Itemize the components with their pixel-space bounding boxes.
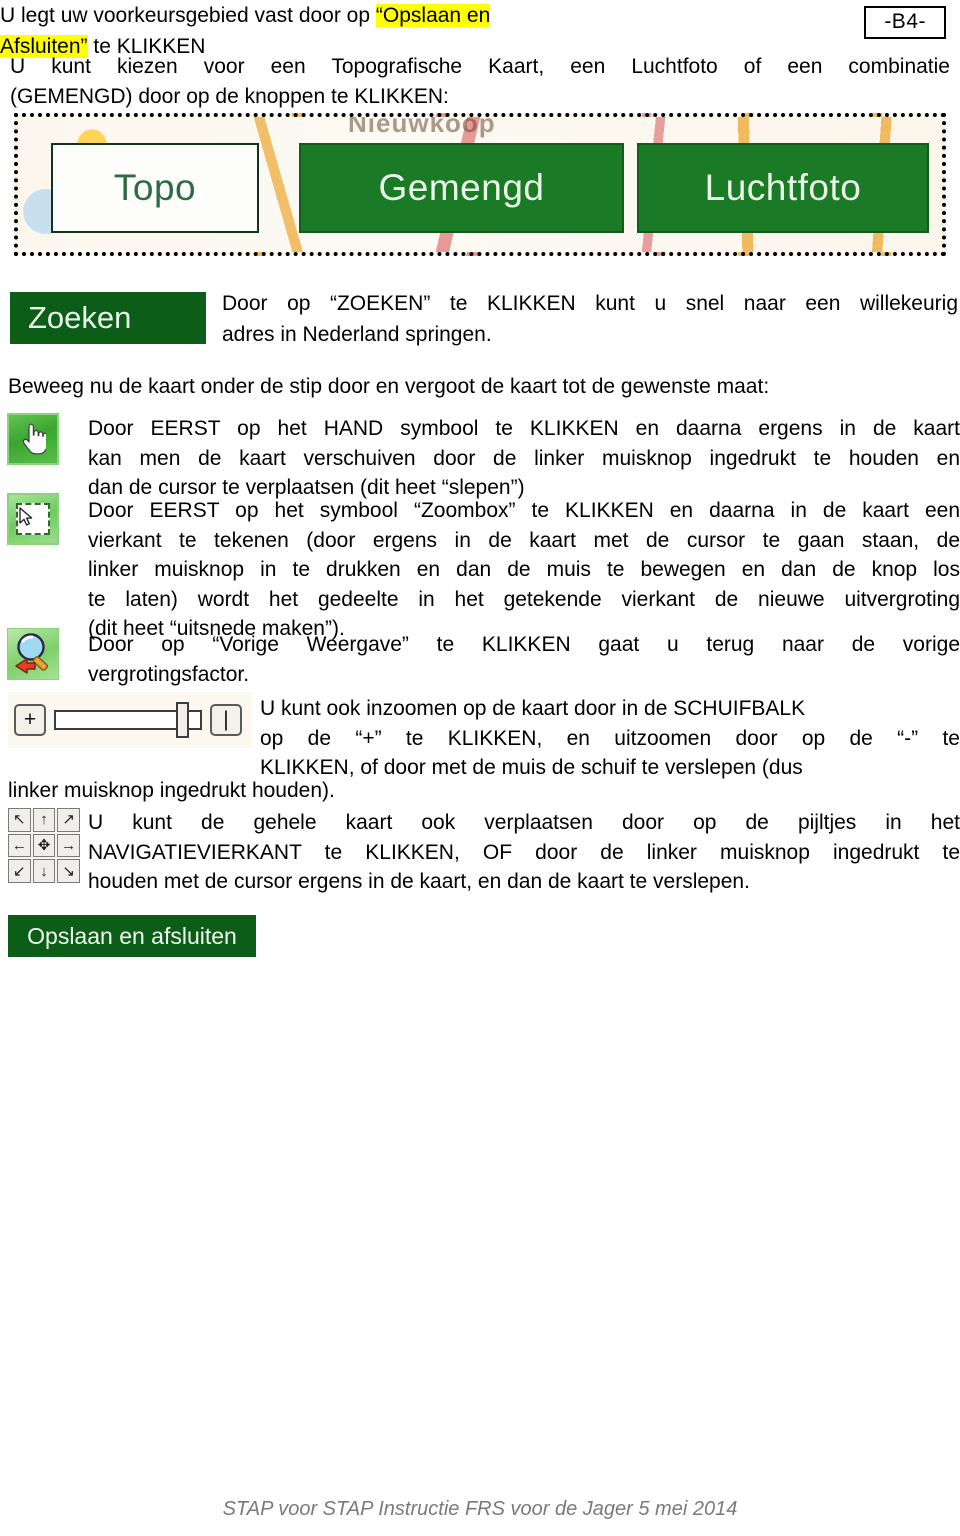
- previous-view-magnifier-icon[interactable]: [7, 628, 59, 680]
- page-number-badge: -B4-: [864, 6, 946, 39]
- map-type-banner: Nieuwkoop Topo Gemengd Luchtfoto: [14, 113, 946, 256]
- intro-line-2: (GEMENGD) door op de knoppen te KLIKKEN:: [10, 85, 449, 108]
- zoombox-dashed-rect: [16, 503, 50, 535]
- navigation-square-icon[interactable]: ↖ ↑ ↗ ← ✥ → ↙ ↓ ↘: [8, 808, 80, 883]
- zoeken-button[interactable]: Zoeken: [10, 292, 206, 344]
- nav-arrow-center-icon[interactable]: ✥: [32, 833, 56, 858]
- nav-arrow-east-icon[interactable]: →: [57, 833, 80, 858]
- nav-arrow-west-icon[interactable]: ←: [8, 833, 31, 858]
- nav-arrow-northwest-icon[interactable]: ↖: [8, 808, 31, 832]
- save-highlight-1: “Opslaan en: [375, 4, 491, 27]
- opslaan-en-afsluiten-button[interactable]: Opslaan en afsluiten: [8, 915, 256, 957]
- hand-cursor-icon[interactable]: [7, 413, 59, 465]
- intro-paragraph: U kunt kiezen voor een Topografische Kaa…: [10, 52, 950, 112]
- previous-view-paragraph: Door op “Vorige Weergave” te KLIKKEN gaa…: [88, 630, 960, 689]
- zoombox-line-1: Door EERST op het symbool “Zoombox” te K…: [88, 499, 960, 522]
- page-footer: STAP voor STAP Instructie FRS voor de Ja…: [222, 1498, 738, 1520]
- navigation-paragraph: U kunt de gehele kaart ook verplaatsen d…: [88, 808, 960, 897]
- map-button-luchtfoto[interactable]: Luchtfoto: [637, 143, 929, 233]
- slider-line-1: U kunt ook inzoomen op de kaart door in …: [260, 697, 806, 720]
- navigation-line-2: NAVIGATIEVIERKANT te KLIKKEN, OF door de…: [88, 840, 960, 864]
- hand-line-2: kan men de kaart verschuiven door de lin…: [88, 446, 960, 470]
- zoom-slider-widget[interactable]: + |: [8, 692, 252, 748]
- nav-arrow-southwest-icon[interactable]: ↙: [8, 859, 31, 883]
- navigation-line-1: U kunt de gehele kaart ook verplaatsen d…: [88, 811, 960, 834]
- zoeken-description: Door op “ZOEKEN” te KLIKKEN kunt u snel …: [222, 288, 958, 350]
- slider-line-2: op de “+” te KLIKKEN, en uitzoomen door …: [260, 726, 960, 750]
- map-place-label: Nieuwkoop: [348, 113, 496, 138]
- zoombox-icon[interactable]: [7, 493, 59, 545]
- zoombox-line-2: vierkant te tekenen (door ergens in de k…: [88, 528, 960, 552]
- nav-arrow-north-icon[interactable]: ↑: [32, 808, 56, 832]
- map-button-gemengd[interactable]: Gemengd: [299, 143, 624, 233]
- magnifier-back-arrow-glyph: [15, 633, 49, 674]
- zoom-out-button[interactable]: |: [210, 704, 242, 736]
- nav-arrow-southeast-icon[interactable]: ↘: [57, 859, 80, 883]
- zoeken-line-1: Door op “ZOEKEN” te KLIKKEN kunt u snel …: [222, 292, 958, 315]
- zoeken-line-2: adres in Nederland springen.: [222, 323, 492, 346]
- hand-cursor-glyph: [22, 423, 46, 455]
- previous-view-line-2: vergrotingsfactor.: [88, 662, 250, 686]
- save-text-before: U legt uw voorkeursgebied vast door op: [0, 4, 376, 27]
- nav-arrow-northeast-icon[interactable]: ↗: [57, 808, 80, 832]
- zoombox-line-3: linker muisknop in te drukken en dan de …: [88, 558, 960, 581]
- hand-line-1: Door EERST op het HAND symbool te KLIKKE…: [88, 417, 960, 440]
- intro-line-1: U kunt kiezen voor een Topografische Kaa…: [10, 55, 950, 78]
- navigation-line-3: houden met de cursor ergens in de kaart,…: [88, 870, 750, 893]
- nav-arrow-south-icon[interactable]: ↓: [32, 859, 56, 883]
- zoombox-paragraph: Door EERST op het symbool “Zoombox” te K…: [88, 496, 960, 644]
- zoom-in-button[interactable]: +: [14, 704, 46, 736]
- arrow-cursor-glyph: [19, 507, 33, 526]
- slider-paragraph: U kunt ook inzoomen op de kaart door in …: [260, 694, 960, 783]
- beweeg-heading: Beweeg nu de kaart onder de stip door en…: [8, 375, 770, 398]
- zoom-slider-handle[interactable]: [176, 702, 189, 738]
- map-button-topo[interactable]: Topo: [51, 143, 259, 233]
- slider-paragraph-tail: linker muisknop ingedrukt houden).: [8, 779, 335, 802]
- hand-paragraph: Door EERST op het HAND symbool te KLIKKE…: [88, 414, 960, 503]
- previous-view-line-1: Door op “Vorige Weergave” te KLIKKEN gaa…: [88, 633, 960, 656]
- zoombox-line-4: te laten) wordt het gedeelte in het gete…: [88, 587, 960, 611]
